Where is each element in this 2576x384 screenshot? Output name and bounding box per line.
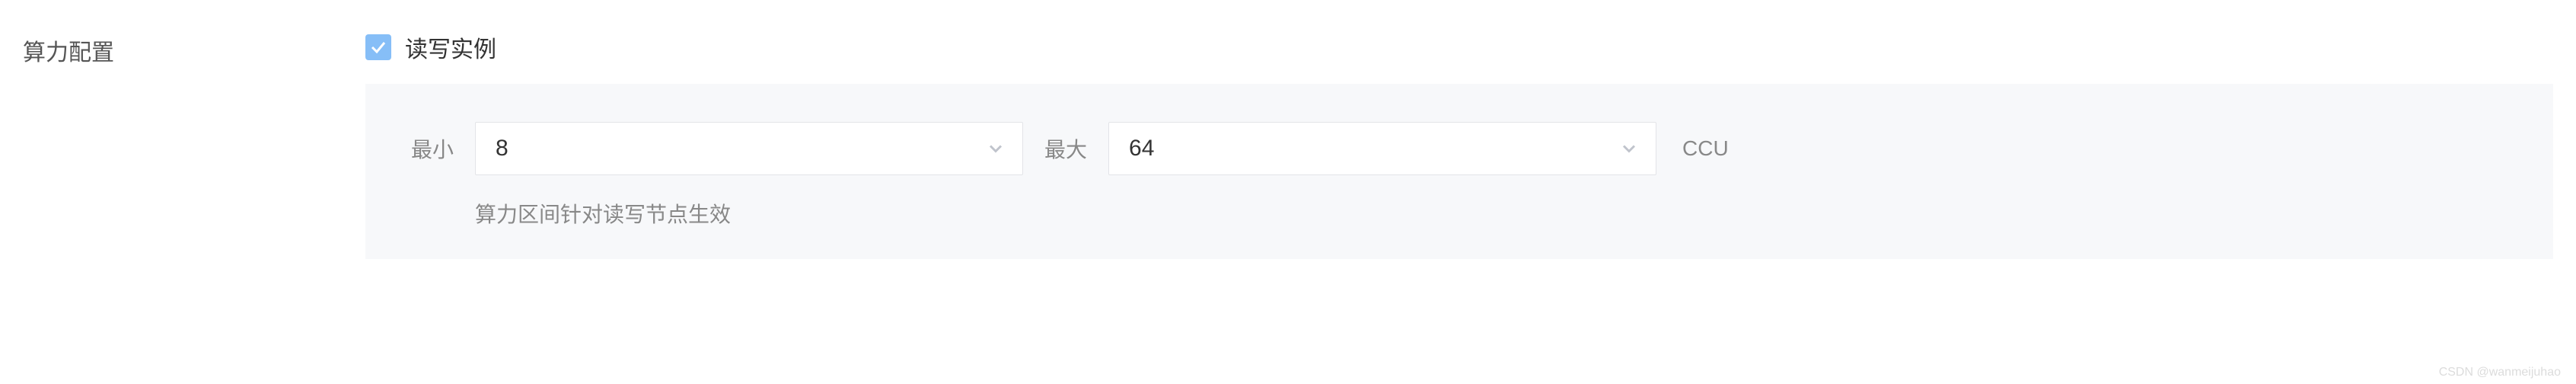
min-value: 8	[496, 136, 509, 162]
readwrite-instance-checkbox[interactable]	[365, 34, 391, 60]
check-icon	[369, 38, 387, 56]
max-select[interactable]: 64	[1108, 122, 1656, 175]
unit-label: CCU	[1682, 136, 1729, 161]
section-content: 读写实例 最小 8 最大 64	[365, 30, 2553, 259]
range-selects-row: 最小 8 最大 64	[411, 122, 2507, 175]
instance-checkbox-row: 读写实例	[365, 30, 2553, 64]
watermark: CSDN @wanmeijuhao	[2439, 366, 2561, 379]
min-select[interactable]: 8	[475, 122, 1023, 175]
min-label: 最小	[411, 133, 454, 164]
compute-config-section: 算力配置 读写实例 最小 8 最大	[0, 0, 2576, 282]
max-select-wrap: 64	[1108, 122, 1656, 175]
section-title: 算力配置	[23, 30, 365, 259]
max-value: 64	[1129, 136, 1154, 162]
min-select-wrap: 8	[475, 122, 1023, 175]
compute-range-panel: 最小 8 最大 64	[365, 84, 2553, 259]
max-label: 最大	[1044, 133, 1087, 164]
helper-text: 算力区间针对读写节点生效	[411, 198, 2507, 229]
readwrite-instance-label: 读写实例	[405, 30, 496, 64]
